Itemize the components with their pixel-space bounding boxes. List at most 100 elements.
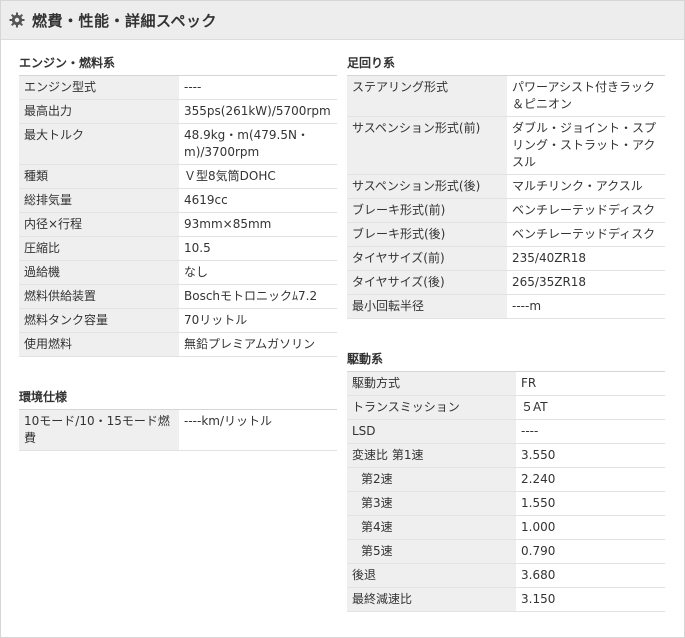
- drive-section-title: 駆動系: [347, 347, 665, 372]
- spec-row: 第4速 1.000: [347, 515, 665, 540]
- spec-label: 最小回転半径: [347, 294, 507, 319]
- spec-row: 種類 Ｖ型8気筒DOHC: [19, 164, 337, 189]
- spec-value: Ｖ型8気筒DOHC: [179, 164, 337, 189]
- spec-row: タイヤサイズ(後) 265/35ZR18: [347, 270, 665, 295]
- spec-row: ブレーキ形式(後) ベンチレーテッドディスク: [347, 222, 665, 247]
- spec-row: エンジン型式 ----: [19, 76, 337, 100]
- spec-value: 265/35ZR18: [507, 270, 665, 295]
- spec-row: サスペンション形式(後) マルチリンク・アクスル: [347, 174, 665, 199]
- spec-label: ブレーキ形式(後): [347, 222, 507, 247]
- engine-section-title: エンジン・燃料系: [19, 51, 337, 76]
- spec-label: タイヤサイズ(前): [347, 246, 507, 271]
- spec-row: 10モード/10・15モード燃費 ----km/リットル: [19, 410, 337, 451]
- spec-row: LSD ----: [347, 419, 665, 444]
- spec-value: ベンチレーテッドディスク: [507, 198, 665, 223]
- panel-header: 燃費・性能・詳細スペック: [1, 1, 684, 40]
- spec-label: タイヤサイズ(後): [347, 270, 507, 295]
- spec-value: 70リットル: [179, 308, 337, 333]
- spec-label: 10モード/10・15モード燃費: [19, 410, 179, 451]
- spec-row: 第5速 0.790: [347, 539, 665, 564]
- spec-row: タイヤサイズ(前) 235/40ZR18: [347, 246, 665, 271]
- spec-row: 変速比 第1速 3.550: [347, 443, 665, 468]
- spec-row: ステアリング形式 パワーアシスト付きラック＆ピニオン: [347, 76, 665, 117]
- spec-row: 燃料供給装置 Boschモトロニックﾑ7.2: [19, 284, 337, 309]
- suspension-spec-table: ステアリング形式 パワーアシスト付きラック＆ピニオン サスペンション形式(前) ダブル…: [347, 76, 665, 319]
- spec-label: サスペンション形式(後): [347, 174, 507, 199]
- spec-label: 最高出力: [19, 99, 179, 124]
- spec-label: 燃料供給装置: [19, 284, 179, 309]
- spec-value: 2.240: [516, 467, 665, 492]
- spec-value: ----km/リットル: [179, 410, 337, 451]
- spec-value: 235/40ZR18: [507, 246, 665, 271]
- page-title: 燃費・性能・詳細スペック: [32, 11, 217, 30]
- suspension-section-title: 足回り系: [347, 51, 665, 76]
- spec-label: 第3速: [347, 491, 516, 516]
- spec-label: 第5速: [347, 539, 516, 564]
- spec-value: パワーアシスト付きラック＆ピニオン: [507, 76, 665, 117]
- spec-value: 355ps(261kW)/5700rpm: [179, 99, 337, 124]
- spec-label: 圧縮比: [19, 236, 179, 261]
- spec-row: 総排気量 4619cc: [19, 188, 337, 213]
- spec-row: 駆動方式 FR: [347, 372, 665, 396]
- spec-value: 0.790: [516, 539, 665, 564]
- spec-label: 最大トルク: [19, 123, 179, 165]
- spec-value: Boschモトロニックﾑ7.2: [179, 284, 337, 309]
- spec-value: 3.150: [516, 587, 665, 612]
- spec-value: 4619cc: [179, 188, 337, 213]
- spec-label: トランスミッション: [347, 395, 516, 420]
- spec-label: 変速比 第1速: [347, 443, 516, 468]
- spec-label: 総排気量: [19, 188, 179, 213]
- spec-row: 使用燃料 無鉛プレミアムガソリン: [19, 332, 337, 357]
- spec-label: サスペンション形式(前): [347, 116, 507, 175]
- spec-value: 無鉛プレミアムガソリン: [179, 332, 337, 357]
- spec-value: ----: [516, 419, 665, 444]
- spec-value: なし: [179, 260, 337, 285]
- spec-value: ダブル・ジョイント・スプリング・ストラット・アクスル: [507, 116, 665, 175]
- spec-value: 1.000: [516, 515, 665, 540]
- spec-row: 最大トルク 48.9kg・m(479.5N・m)/3700rpm: [19, 123, 337, 165]
- spec-row: 第2速 2.240: [347, 467, 665, 492]
- spec-label: 第2速: [347, 467, 516, 492]
- gear-icon: [9, 12, 25, 28]
- spec-label: 種類: [19, 164, 179, 189]
- spec-row: 最高出力 355ps(261kW)/5700rpm: [19, 99, 337, 124]
- spec-row: 後退 3.680: [347, 563, 665, 588]
- spec-label: 駆動方式: [347, 372, 516, 396]
- spec-value: ５AT: [516, 395, 665, 420]
- spec-label: 使用燃料: [19, 332, 179, 357]
- spec-value: 93mm×85mm: [179, 212, 337, 237]
- spec-row: トランスミッション ５AT: [347, 395, 665, 420]
- spec-label: ステアリング形式: [347, 76, 507, 117]
- spec-row: 燃料タンク容量 70リットル: [19, 308, 337, 333]
- spec-label: 最終減速比: [347, 587, 516, 612]
- spec-row: 過給機 なし: [19, 260, 337, 285]
- spec-value: 3.550: [516, 443, 665, 468]
- spec-value: FR: [516, 372, 665, 396]
- spec-label: 第4速: [347, 515, 516, 540]
- environment-spec-table: 10モード/10・15モード燃費 ----km/リットル: [19, 410, 337, 451]
- spec-label: LSD: [347, 419, 516, 444]
- spec-label: 過給機: [19, 260, 179, 285]
- spec-panel: 燃費・性能・詳細スペック エンジン・燃料系 エンジン型式 ---- 最高出力 355p…: [0, 0, 685, 638]
- spec-label: ブレーキ形式(前): [347, 198, 507, 223]
- engine-spec-table: エンジン型式 ---- 最高出力 355ps(261kW)/5700rpm 最大トルク 4…: [19, 76, 337, 357]
- right-column: 足回り系 ステアリング形式 パワーアシスト付きラック＆ピニオン サスペンション形式(…: [347, 51, 665, 612]
- spec-value: 3.680: [516, 563, 665, 588]
- environment-section-title: 環境仕様: [19, 385, 337, 410]
- left-column: エンジン・燃料系 エンジン型式 ---- 最高出力 355ps(261kW)/5700…: [19, 51, 337, 451]
- spec-value: ベンチレーテッドディスク: [507, 222, 665, 247]
- spec-label: 後退: [347, 563, 516, 588]
- drive-spec-table: 駆動方式 FR トランスミッション ５AT LSD ---- 変速比 第1速 3.550 第2速…: [347, 372, 665, 612]
- spec-row: 圧縮比 10.5: [19, 236, 337, 261]
- spec-row: 最小回転半径 ----m: [347, 294, 665, 319]
- spec-value: マルチリンク・アクスル: [507, 174, 665, 199]
- spec-row: 第3速 1.550: [347, 491, 665, 516]
- spec-value: 10.5: [179, 236, 337, 261]
- spec-row: 内径×行程 93mm×85mm: [19, 212, 337, 237]
- spec-value: 48.9kg・m(479.5N・m)/3700rpm: [179, 123, 337, 165]
- spec-label: 内径×行程: [19, 212, 179, 237]
- spec-row: サスペンション形式(前) ダブル・ジョイント・スプリング・ストラット・アクスル: [347, 116, 665, 175]
- spec-value: ----m: [507, 294, 665, 319]
- spec-label: 燃料タンク容量: [19, 308, 179, 333]
- spec-value: 1.550: [516, 491, 665, 516]
